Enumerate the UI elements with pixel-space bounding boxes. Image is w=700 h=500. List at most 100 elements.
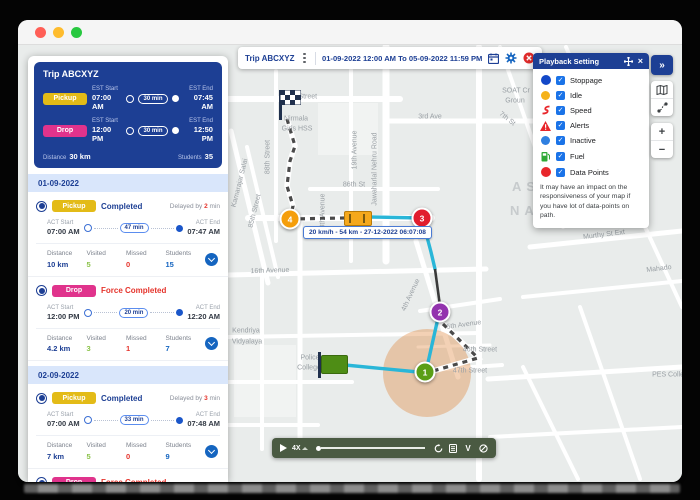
destination-flag-icon[interactable]: [321, 355, 348, 374]
stats-row: Distance 10 km Visited 5 Missed 0 Students 1…: [36, 243, 220, 269]
speed-checkbox[interactable]: [556, 105, 565, 115]
duration-pill: 30 min: [138, 125, 168, 136]
status-text: Completed: [101, 393, 143, 403]
map-tools-group: [651, 81, 673, 116]
datapoints-checkbox[interactable]: [556, 167, 565, 177]
delayed-text: Delayed by 2 min: [169, 202, 220, 210]
zoom-in-button[interactable]: +: [651, 123, 673, 140]
zoom-out-button[interactable]: −: [651, 140, 673, 158]
pickup-badge: Pickup: [52, 200, 96, 212]
street-label: 47th Street: [452, 367, 488, 375]
inactive-checkbox[interactable]: [556, 136, 565, 145]
radio-selected-icon[interactable]: [36, 477, 47, 482]
setting-item-alerts: Alerts: [540, 120, 642, 131]
inactive-dot-icon: [540, 136, 551, 145]
kebab-menu-icon[interactable]: [303, 56, 306, 60]
act-end-time: 07:48 AM: [187, 419, 220, 428]
est-end-label: EST End: [189, 86, 213, 92]
status-text: Force Completed: [101, 286, 167, 295]
duration-pill: 20 min: [119, 307, 149, 318]
expand-chevron-button[interactable]: [205, 337, 218, 351]
est-start-label: EST Start: [92, 86, 118, 92]
stats-row: Distance 4.2 km Visited 3 Missed 1 Students…: [36, 327, 220, 353]
duration-timeline: 33 min: [83, 415, 184, 425]
street-label: 46th Street: [462, 346, 498, 354]
drop-badge: Drop: [52, 284, 96, 297]
bus-icon[interactable]: [344, 211, 372, 226]
slider-track: [320, 447, 425, 449]
setting-item-datapoints: Data Points: [540, 167, 642, 177]
act-end-time: 12:20 AM: [187, 311, 220, 321]
expand-chevron-button[interactable]: [205, 444, 218, 458]
street-label: SOAT Cr: [502, 87, 530, 95]
v-mode-icon[interactable]: V: [463, 444, 473, 453]
route-tool-button[interactable]: [651, 98, 673, 116]
playback-progress-slider[interactable]: [315, 445, 425, 451]
date-header: 02-09-2022: [28, 366, 228, 384]
settings-gear-icon[interactable]: [505, 52, 517, 64]
est-start-label: EST Start: [92, 118, 118, 124]
playback-setting-header[interactable]: Playback Setting ×: [533, 53, 649, 69]
top-toolbar: Trip ABCXYZ 01-09-2022 12:00 AM To 05-09…: [238, 47, 543, 69]
trip-title: Trip ABCXYZ: [43, 69, 99, 79]
hide-path-icon[interactable]: [478, 443, 488, 453]
act-start-time: 07:00 AM: [47, 227, 80, 236]
poi-label: Nirmala: [283, 115, 309, 123]
idle-checkbox[interactable]: [556, 90, 565, 100]
stop-marker-1[interactable]: 1: [414, 361, 436, 383]
est-drop-row: Drop EST Start 12:00 PM 30 min EST End 1…: [43, 118, 213, 143]
stoppage-checkbox[interactable]: [556, 75, 565, 85]
report-icon[interactable]: [448, 443, 458, 453]
act-end-label: ACT End: [195, 304, 220, 311]
calendar-icon[interactable]: [488, 53, 500, 64]
stats-row: Distance 7 km Visited 5 Missed 0 Students 9: [36, 435, 220, 461]
move-panel-icon[interactable]: [623, 56, 633, 66]
act-start-label: ACT Start: [47, 412, 74, 418]
poi-label: Police: [300, 354, 320, 362]
trip-sidebar[interactable]: Trip ABCXYZ Pickup EST Start 07:00 AM 30…: [28, 56, 228, 482]
expand-chevron-button[interactable]: [205, 252, 218, 266]
poi-label: PES Colleg: [652, 371, 682, 379]
data-points-note: It may have an impact on the responsiven…: [540, 183, 631, 220]
window-minimize-button[interactable]: [53, 26, 64, 38]
date-range-field[interactable]: 01-09-2022 12:00 AM To 05-09-2022 11:59 …: [322, 54, 482, 63]
map-layers-button[interactable]: [651, 81, 673, 98]
fuel-checkbox[interactable]: [556, 151, 565, 161]
pickup-badge: Pickup: [43, 92, 87, 105]
alerts-checkbox[interactable]: [556, 121, 565, 130]
act-end-time: 07:47 AM: [187, 227, 220, 236]
stoppage-dot-icon: [540, 75, 551, 85]
est-end-label: EST End: [189, 118, 213, 124]
stop-marker-2[interactable]: 2: [429, 301, 451, 323]
radio-selected-icon[interactable]: [36, 200, 47, 212]
drop-badge: Drop: [43, 124, 87, 137]
street-label: 3rd Ave: [418, 113, 442, 121]
trip-selector[interactable]: Trip ABCXYZ: [245, 54, 294, 63]
status-text: Completed: [101, 201, 143, 211]
distance-label: Distance: [43, 155, 67, 161]
status-text: Force Completed: [101, 478, 166, 482]
replay-icon[interactable]: [433, 443, 443, 453]
radio-selected-icon[interactable]: [36, 285, 47, 296]
est-end-time: 12:50 PM: [193, 125, 213, 143]
duration-timeline: 47 min: [83, 223, 184, 233]
stop-card[interactable]: Pickup Completed Delayed by 3 min ACT St…: [28, 384, 228, 469]
checkered-flag-icon[interactable]: [280, 90, 301, 105]
act-end-label: ACT End: [195, 412, 220, 418]
idle-dot-icon: [540, 90, 551, 100]
stop-card[interactable]: Drop Force Completed ACT Start 12:00 PM 2…: [28, 277, 228, 361]
radio-selected-icon[interactable]: [36, 392, 47, 404]
stop-card[interactable]: Drop Force Completed ACT Start07:00 AM 4…: [28, 469, 228, 482]
delayed-text: Delayed by 3 min: [169, 394, 220, 402]
setting-item-speed: Speed: [540, 105, 642, 115]
stop-card[interactable]: Pickup Completed Delayed by 2 min ACT St…: [28, 192, 228, 277]
street-label: 88th Street: [264, 139, 272, 175]
collapse-panel-button[interactable]: »: [651, 55, 673, 75]
window-close-button[interactable]: [35, 26, 46, 38]
close-panel-icon[interactable]: ×: [638, 56, 643, 66]
datapoint-dot-icon: [540, 167, 551, 177]
window-zoom-button[interactable]: [71, 26, 82, 38]
stop-marker-4[interactable]: 4: [279, 208, 301, 230]
speed-selector[interactable]: 4X: [292, 445, 308, 452]
play-button[interactable]: [280, 444, 287, 452]
